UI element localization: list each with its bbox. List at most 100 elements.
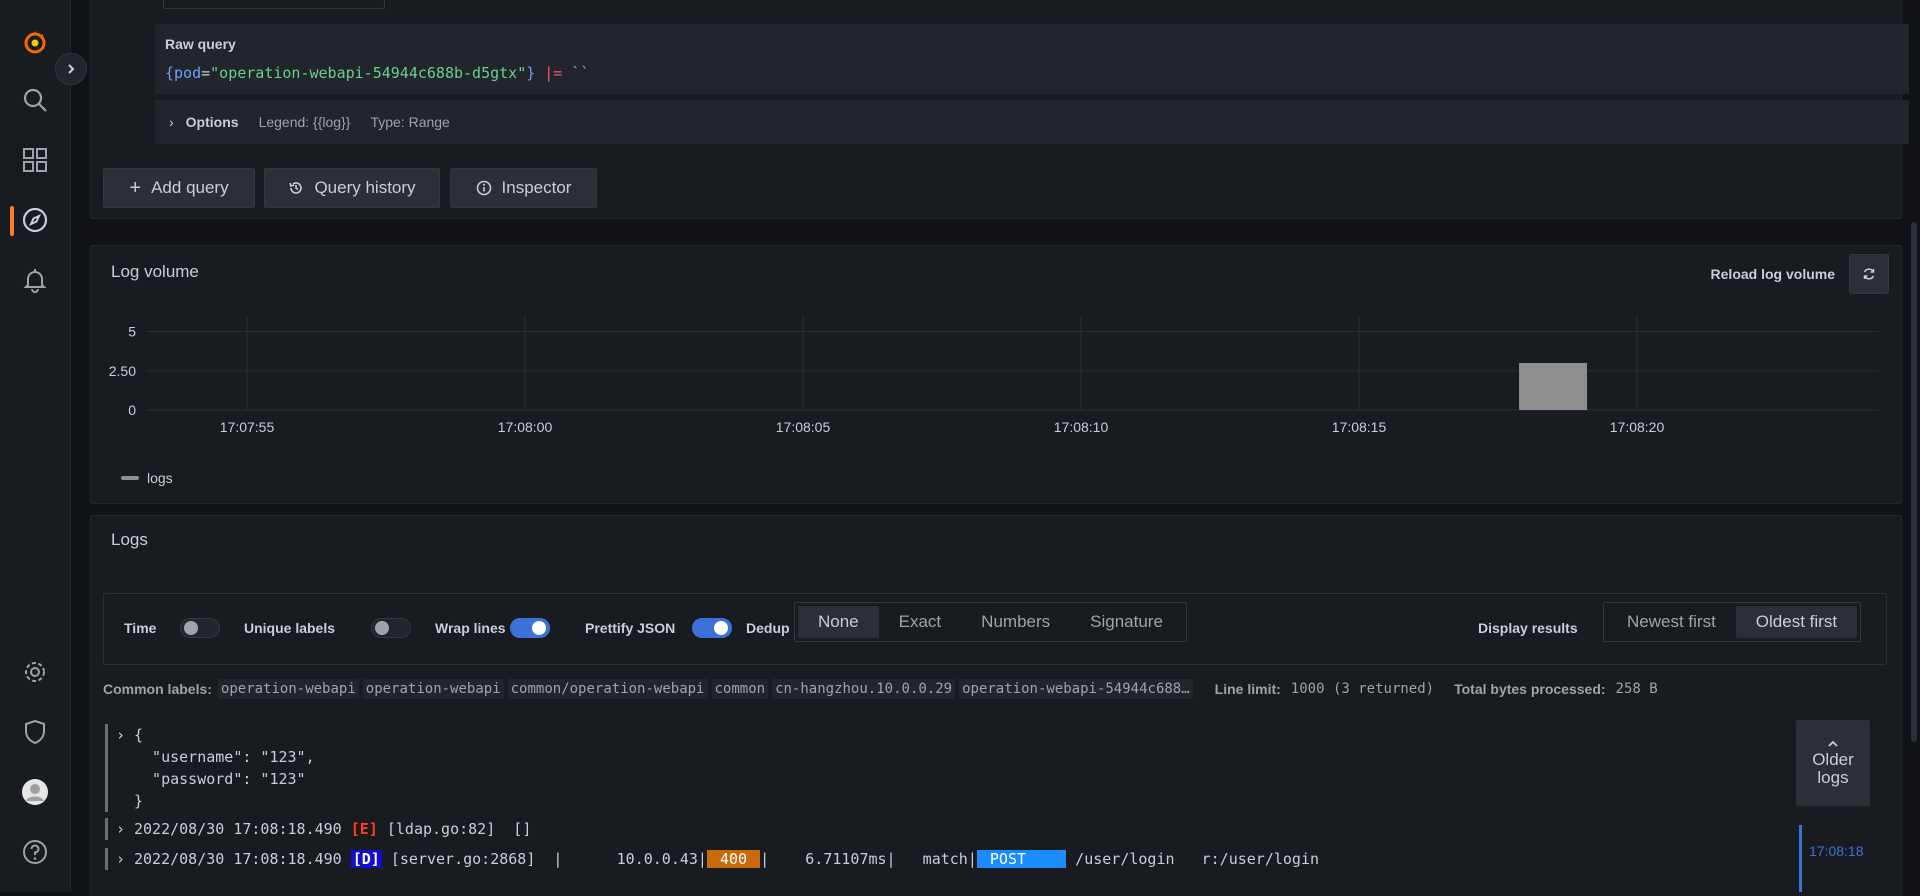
query-label-key: pod [174,64,202,82]
y-tick-label: 5 [128,324,136,340]
sidebar-toggle-button[interactable] [55,53,87,85]
log-json-password: "password": "123" [134,770,306,788]
x-tick-label: 17:08:00 [498,419,553,435]
help-icon[interactable] [0,830,70,874]
dedup-option-exact[interactable]: Exact [879,606,962,638]
query-history-button[interactable]: Query history [264,168,440,208]
common-label-chip: common/operation-webapi [507,679,708,699]
prettify-json-toggle[interactable] [692,618,732,638]
log-volume-panel: Log volume Reload log volume 0 2.50 5 17:07… [90,245,1902,504]
x-tick-label: 17:07:55 [220,419,275,435]
line-limit-key: Line limit: [1214,681,1281,697]
raw-query-code[interactable]: {pod="operation-webapi-54944c688b-d5gtx"… [165,64,589,82]
common-label-chip: cn-hangzhou.10.0.0.29 [772,679,956,699]
legend-label: logs [147,470,173,486]
chevron-up-icon [1828,740,1838,747]
timeline-bar [1799,825,1802,892]
bytes-processed-key: Total bytes processed: [1454,681,1606,697]
prettify-json-toggle-label: Prettify JSON [585,620,676,636]
older-logs-button[interactable]: Older logs [1796,720,1870,806]
dashboards-icon[interactable] [0,138,70,182]
logs-navigation-timeline[interactable]: 17:08:18 [1799,825,1919,892]
common-label-chip: operation-webapi [217,679,359,699]
alerting-bell-icon[interactable] [0,258,70,302]
log-row[interactable]: › { "username": "123", "password": "123"… [105,724,1785,812]
log-message-latency: | 6.71107ms| match| [760,850,977,868]
query-options-row[interactable]: › Options Legend: {{log}} Type: Range [155,100,1909,144]
query-equals: = [201,64,211,82]
shield-icon[interactable] [0,710,70,754]
log-volume-chart: 0 2.50 5 17:07:55 17:08:00 17:08:05 17:08:10 17… [109,316,1879,435]
common-label-chip: operation-webapi-54944c688… [959,679,1193,699]
history-icon [289,182,303,194]
sidebar [0,0,71,892]
http-method-badge: POST [976,850,1067,868]
common-labels-key: Common labels: [103,681,212,697]
order-option-oldest[interactable]: Oldest first [1735,606,1858,638]
reload-log-volume-label: Reload log volume [1710,266,1835,282]
log-level-badge: [E] [350,820,378,838]
volume-bar [1519,363,1588,410]
log-message: [ldap.go:82] [] [377,820,532,838]
wrap-lines-toggle[interactable] [510,618,550,638]
explore-compass-icon[interactable] [0,198,70,242]
query-brace-open: { [165,64,175,82]
dedup-option-none[interactable]: None [798,606,879,638]
settings-gear-icon[interactable] [0,650,70,694]
chevron-right-icon [68,64,75,74]
chevron-right-icon: › [116,726,126,744]
query-pipe-operator: |= [544,64,563,82]
raw-query-label: Raw query [165,36,236,52]
user-avatar-icon[interactable] [0,770,70,814]
older-logs-label: Older logs [1812,750,1854,787]
legend-swatch [121,476,139,480]
search-icon[interactable] [0,78,70,122]
reload-log-volume-button[interactable] [1849,254,1889,294]
log-row[interactable]: › 2022/08/30 17:08:18.490 [E] [ldap.go:8… [105,818,1785,840]
line-limit-value: 1000 (3 returned) [1290,681,1435,697]
plus-icon: + [129,176,142,199]
options-label: Options [185,114,239,130]
add-query-button[interactable]: + Add query [103,168,255,208]
chevron-right-icon: › [169,114,174,130]
common-label-chip: operation-webapi [362,679,504,699]
info-circle-icon [476,180,491,196]
x-tick-label: 17:08:10 [1054,419,1109,435]
common-label-chip: common [711,679,769,699]
sync-icon [1863,268,1875,280]
bytes-processed-value: 258 B [1615,681,1658,697]
dedup-option-numbers[interactable]: Numbers [961,606,1070,638]
chart-legend[interactable]: logs [121,470,173,486]
legend-info: Legend: {{log}} [258,114,351,130]
log-level-badge: [D] [350,850,382,868]
inspector-label: Inspector [501,178,572,197]
log-json-close: } [134,792,144,810]
inspector-button[interactable]: Inspector [450,168,597,208]
log-json-open: { [134,726,144,744]
dedup-label: Dedup [746,620,790,636]
chevron-right-icon: › [116,850,126,868]
order-option-newest[interactable]: Newest first [1607,606,1736,638]
x-tick-label: 17:08:20 [1610,419,1665,435]
dedup-option-signature[interactable]: Signature [1070,606,1183,638]
unique-labels-toggle-label: Unique labels [244,620,336,636]
order-radio-group: Newest first Oldest first [1603,602,1862,642]
x-tick-label: 17:08:15 [1332,419,1387,435]
log-row[interactable]: › 2022/08/30 17:08:18.490 [D] [server.go… [105,848,1785,870]
type-info: Type: Range [370,114,450,130]
scrollbar-thumb[interactable] [1911,222,1917,742]
logs-panel: Logs Time Unique labels Wrap lines Prett… [90,515,1902,896]
dedup-radio-group: None Exact Numbers Signature [794,602,1187,642]
label-browser-box[interactable] [163,0,385,9]
add-query-label: Add query [151,178,229,197]
log-rows: › { "username": "123", "password": "123"… [105,724,1785,870]
log-timestamp: 2022/08/30 17:08:18.490 [134,820,342,838]
logs-title: Logs [111,530,148,549]
y-tick-label: 0 [128,402,136,418]
logs-meta-row: Common labels: operation-webapi operatio… [103,679,1678,699]
wrap-lines-toggle-label: Wrap lines [435,620,506,636]
query-label-value: "operation-webapi-54944c688b-d5gtx" [210,64,527,82]
log-message-path: /user/login r:/user/login [1066,850,1320,868]
unique-labels-toggle[interactable] [371,618,411,638]
time-toggle[interactable] [180,618,220,638]
